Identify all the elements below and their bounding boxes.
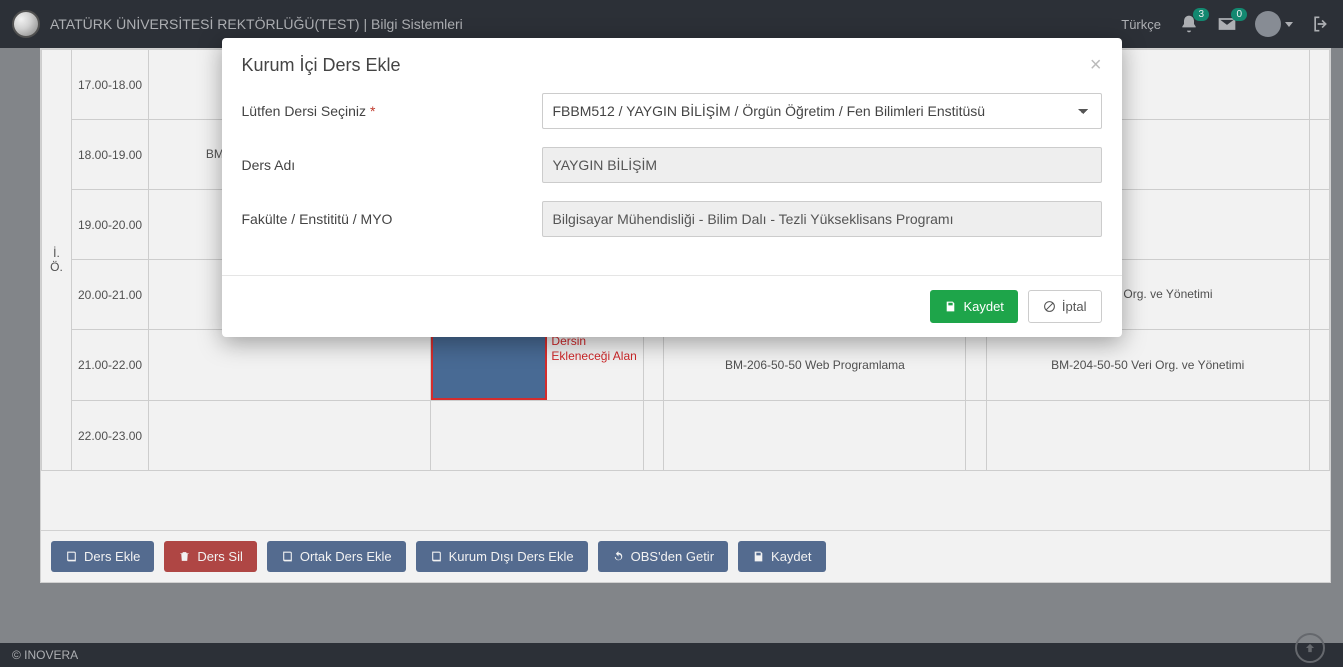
modal-header: Kurum İçi Ders Ekle × [222, 38, 1122, 93]
form-row-faculty: Fakülte / Enstititü / MYO [242, 201, 1102, 237]
modal-overlay: Kurum İçi Ders Ekle × Lütfen Dersi Seçin… [0, 0, 1343, 667]
course-name-field [542, 147, 1102, 183]
faculty-label: Fakülte / Enstititü / MYO [242, 211, 542, 227]
form-row-select: Lütfen Dersi Seçiniz* FBBM512 / YAYGIN B… [242, 93, 1102, 129]
close-icon[interactable]: × [1090, 54, 1102, 77]
ban-icon [1043, 300, 1056, 313]
modal-title: Kurum İçi Ders Ekle [242, 55, 401, 76]
modal-footer: Kaydet İptal [222, 275, 1122, 337]
course-name-label: Ders Adı [242, 157, 542, 173]
modal-save-button[interactable]: Kaydet [930, 290, 1017, 323]
modal-cancel-button[interactable]: İptal [1028, 290, 1102, 323]
faculty-field [542, 201, 1102, 237]
save-icon [944, 300, 957, 313]
select-course-label: Lütfen Dersi Seçiniz* [242, 103, 542, 119]
course-select[interactable]: FBBM512 / YAYGIN BİLİŞİM / Örgün Öğretim… [542, 93, 1102, 129]
add-course-modal: Kurum İçi Ders Ekle × Lütfen Dersi Seçin… [222, 38, 1122, 337]
required-mark: * [370, 103, 375, 119]
form-row-name: Ders Adı [242, 147, 1102, 183]
modal-body: Lütfen Dersi Seçiniz* FBBM512 / YAYGIN B… [222, 93, 1122, 275]
